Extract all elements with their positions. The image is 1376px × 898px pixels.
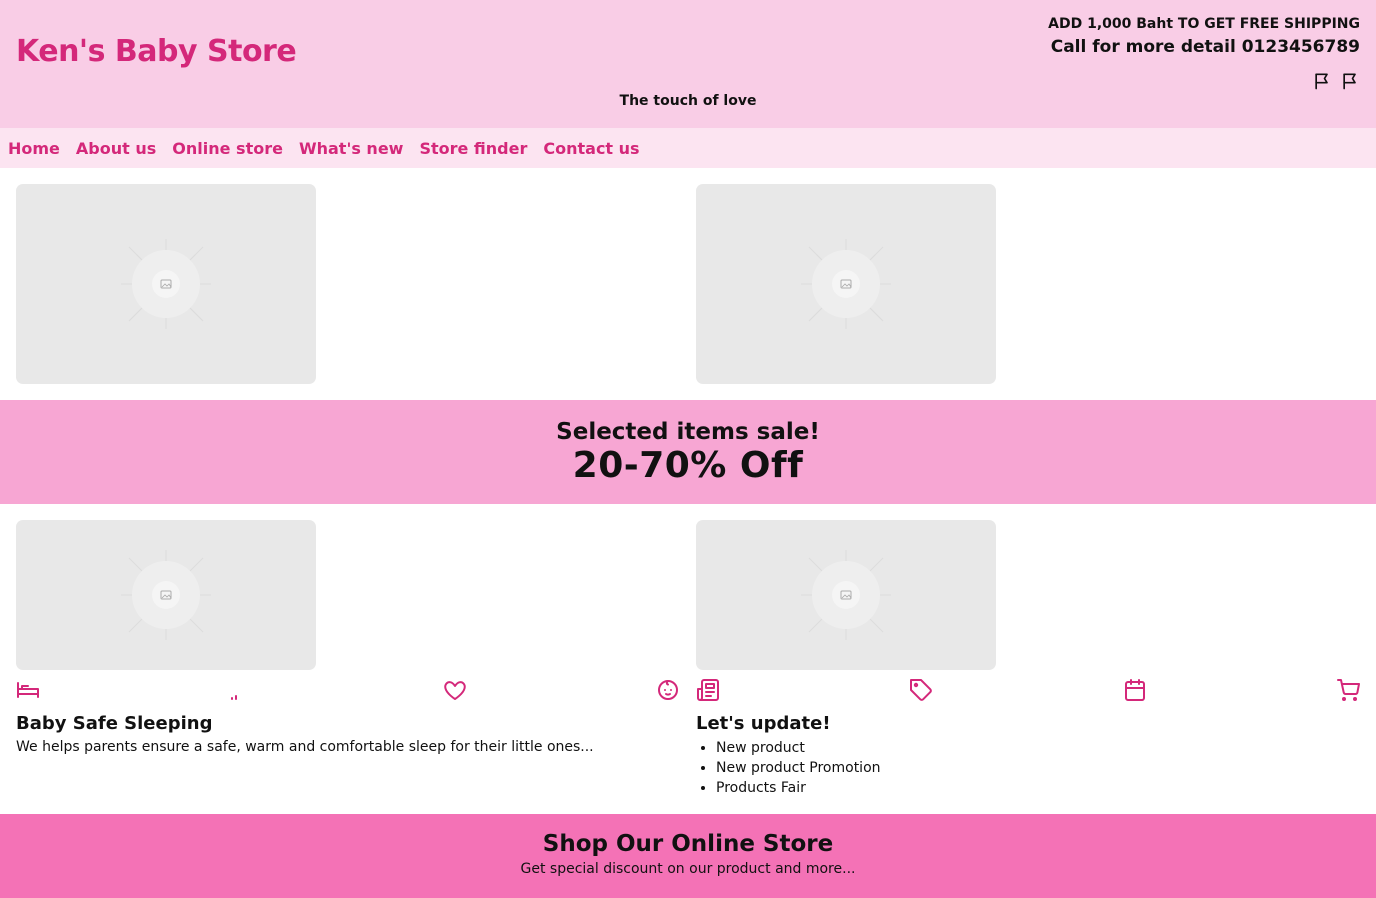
update-item[interactable]: New product [716, 738, 881, 758]
tagline: The touch of love [619, 93, 757, 109]
online-store-title[interactable]: Shop Our Online Store [0, 831, 1376, 857]
language-flags [1312, 70, 1360, 92]
nav-online-store[interactable]: Online store [172, 139, 283, 158]
baby-icon[interactable] [656, 678, 680, 702]
main-nav: Home About us Online store What's new St… [0, 128, 1376, 168]
online-store-banner[interactable]: Shop Our Online Store Get special discou… [0, 814, 1376, 898]
sale-banner[interactable]: Selected items sale! 20-70% Off [0, 400, 1376, 504]
sale-title: Selected items sale! [556, 419, 820, 445]
sleeping-card-title[interactable]: Baby Safe Sleeping [16, 713, 212, 734]
sleeping-card-text: We helps parents ensure a safe, warm and… [16, 739, 594, 755]
tag-icon[interactable] [909, 678, 933, 702]
site-header: Ken's Baby Store The touch of love ADD 1… [0, 0, 1376, 128]
nav-home[interactable]: Home [8, 139, 60, 158]
heart-icon[interactable] [443, 678, 467, 702]
online-store-subtitle: Get special discount on our product and … [520, 861, 856, 877]
nav-whats-new[interactable]: What's new [299, 139, 404, 158]
image-placeholder [16, 520, 316, 670]
newspaper-icon[interactable] [696, 678, 720, 702]
cart-icon[interactable] [1336, 678, 1360, 702]
update-list: New product New product Promotion Produc… [716, 738, 881, 798]
promo-block: ADD 1,000 Baht TO GET FREE SHIPPING Call… [1048, 16, 1360, 57]
update-card-title[interactable]: Let's update! [696, 713, 831, 734]
nav-store-finder[interactable]: Store finder [419, 139, 527, 158]
update-item[interactable]: New product Promotion [716, 758, 881, 778]
flag-icon[interactable] [1312, 70, 1332, 92]
flag-icon[interactable] [1340, 70, 1360, 92]
contact-phone: Call for more detail 0123456789 [1050, 37, 1360, 57]
image-placeholder [696, 520, 996, 670]
bed-icon[interactable] [16, 678, 40, 702]
free-shipping-notice: ADD 1,000 Baht TO GET FREE SHIPPING [1048, 16, 1360, 32]
signal-icon[interactable] [226, 678, 250, 702]
image-placeholder [16, 184, 316, 384]
brand-logo[interactable]: Ken's Baby Store [16, 34, 297, 69]
image-placeholder [696, 184, 996, 384]
nav-contact-us[interactable]: Contact us [543, 139, 639, 158]
sale-discount: 20-70% Off [572, 445, 804, 486]
nav-about-us[interactable]: About us [76, 139, 156, 158]
update-item[interactable]: Products Fair [716, 778, 881, 798]
calendar-icon[interactable] [1123, 678, 1147, 702]
